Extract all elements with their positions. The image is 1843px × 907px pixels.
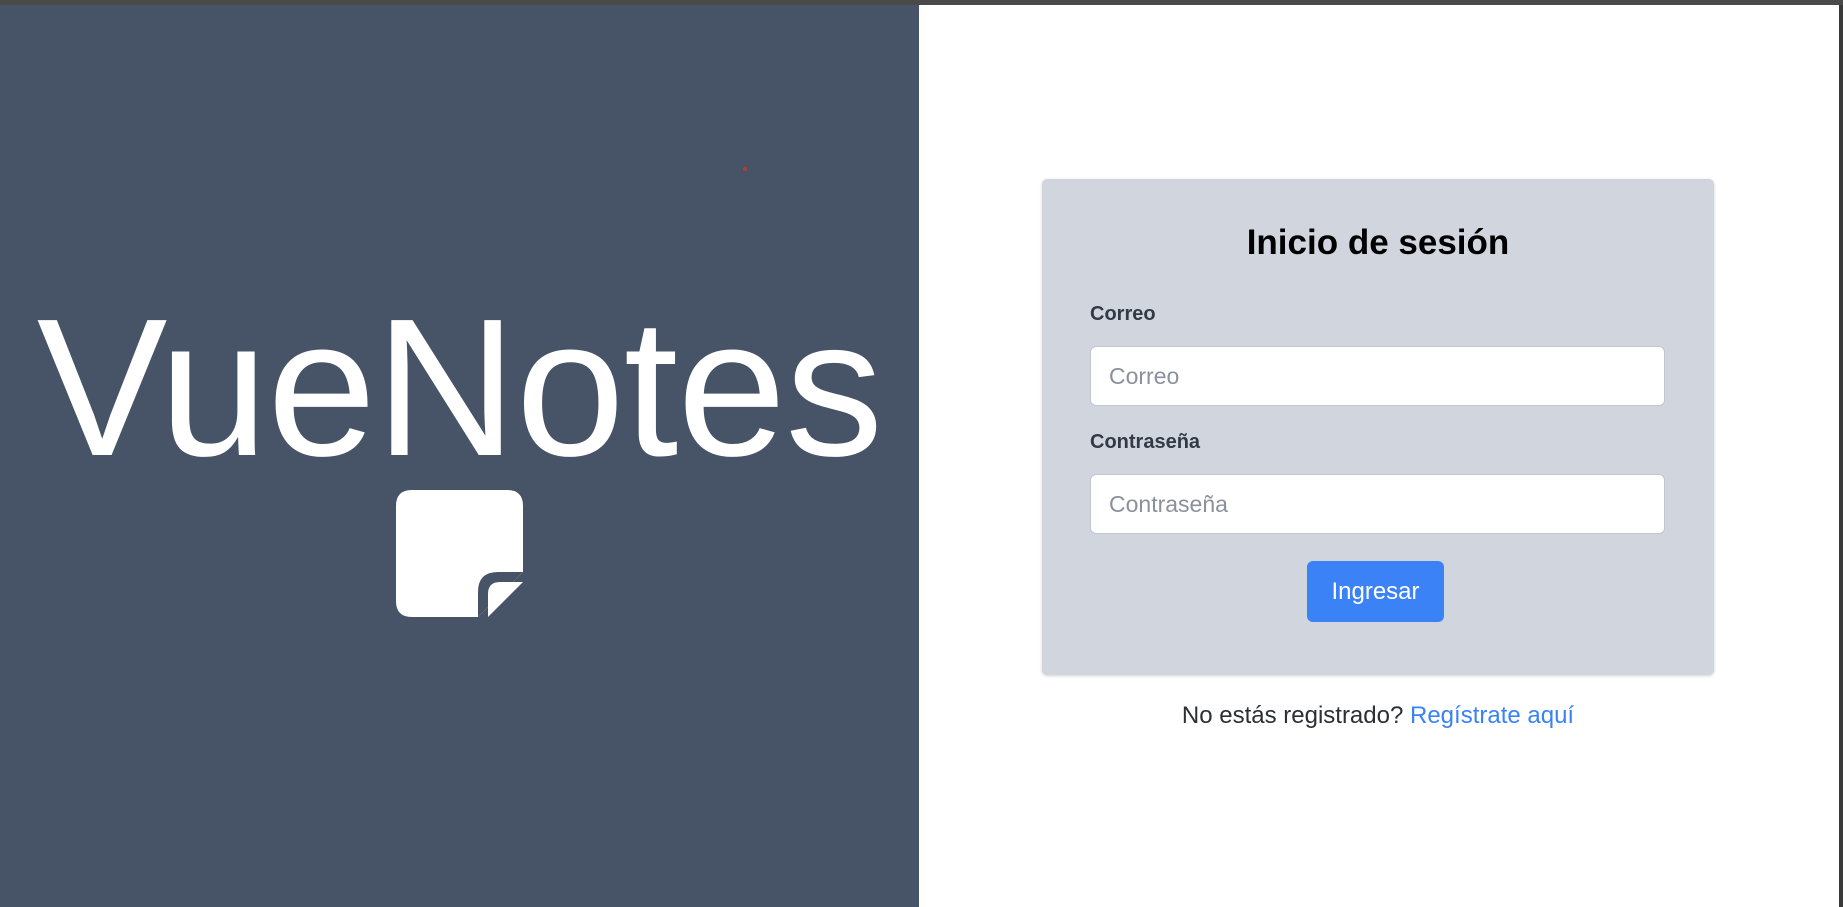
brand-title: VueNotes bbox=[36, 278, 883, 497]
login-title: Inicio de sesión bbox=[1246, 223, 1510, 262]
login-button[interactable]: Ingresar bbox=[1307, 561, 1444, 622]
sticky-note-icon bbox=[396, 490, 523, 617]
register-prompt-text: No estás registrado? bbox=[1181, 702, 1404, 729]
password-label: Contraseña bbox=[1090, 431, 1201, 453]
register-prompt: No estás registrado? Regístrate aquí bbox=[1042, 702, 1714, 730]
window-right-edge bbox=[1839, 5, 1843, 907]
brand-panel: VueNotes bbox=[0, 5, 919, 907]
stray-dot bbox=[743, 167, 747, 171]
email-label: Correo bbox=[1090, 303, 1156, 325]
password-input[interactable] bbox=[1090, 474, 1665, 534]
login-card: Inicio de sesión Correo Contraseña Ingre… bbox=[1042, 179, 1714, 675]
register-link[interactable]: Regístrate aquí bbox=[1410, 702, 1574, 729]
form-panel: Inicio de sesión Correo Contraseña Ingre… bbox=[919, 5, 1839, 907]
email-input[interactable] bbox=[1090, 346, 1665, 406]
login-page: VueNotes Inicio de sesión Correo Contras… bbox=[0, 5, 1843, 907]
